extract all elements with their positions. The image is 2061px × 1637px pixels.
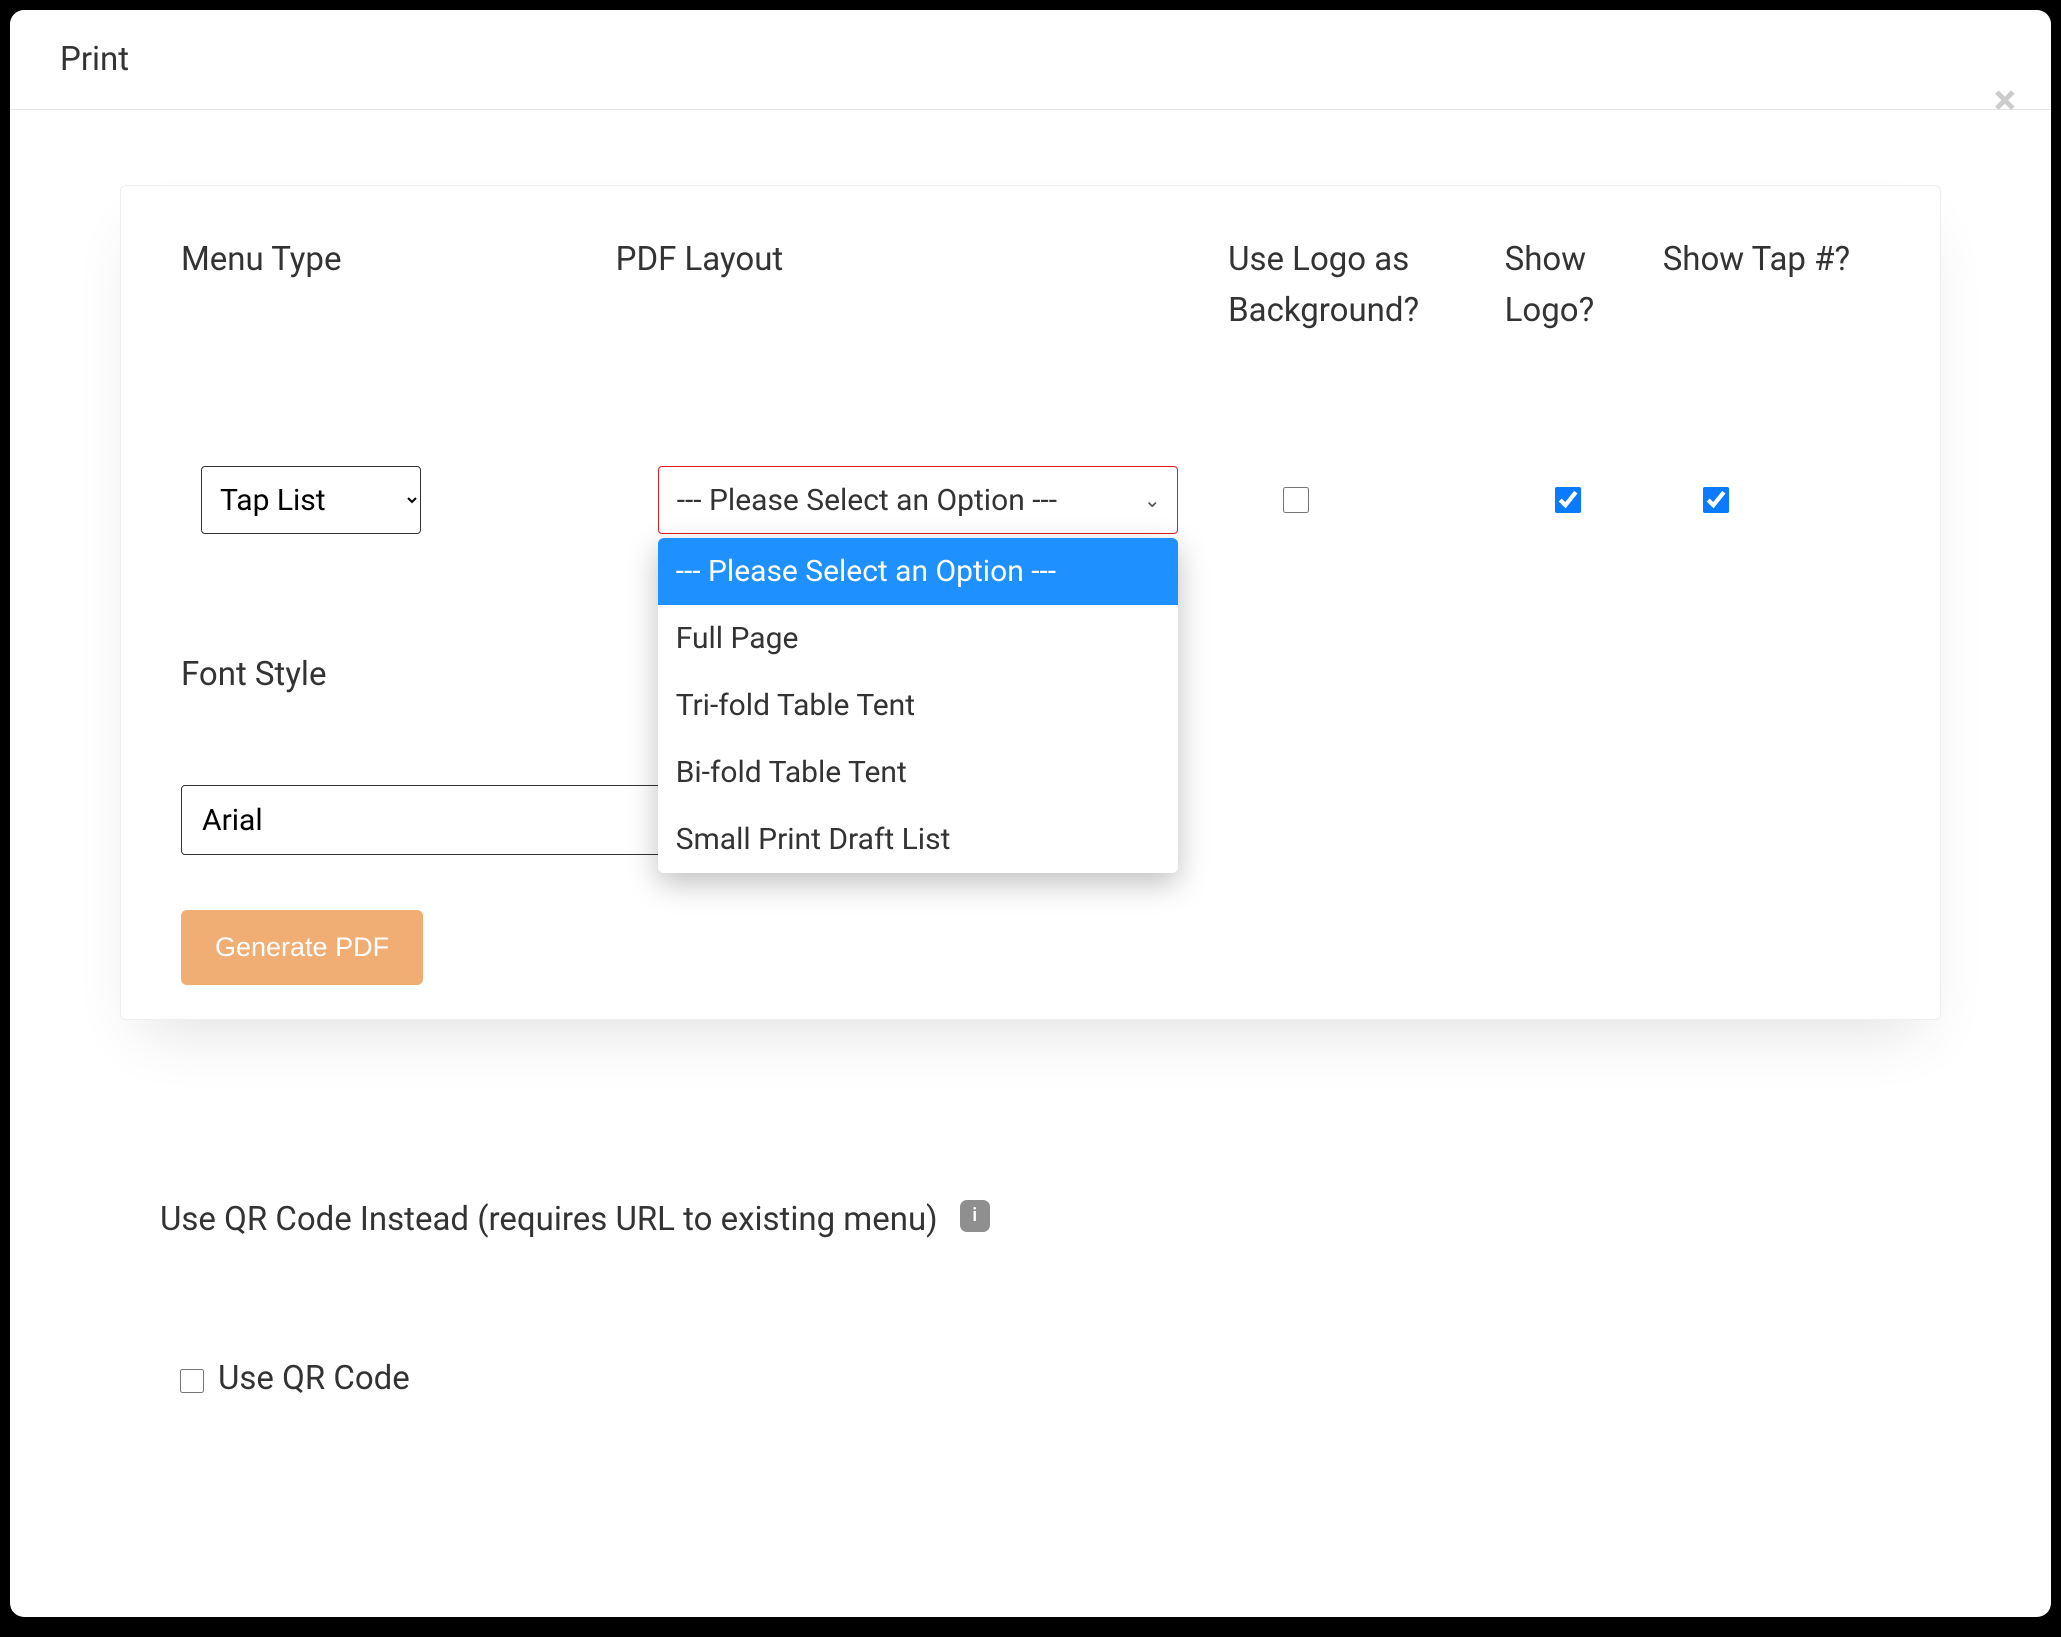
print-modal: Print × Menu Type PDF Layout Use Logo as… [10, 10, 2051, 1617]
qr-section-label: Use QR Code Instead (requires URL to exi… [160, 1200, 938, 1239]
pdf-layout-option[interactable]: Small Print Draft List [658, 806, 1178, 873]
controls-row: Tap List --- Please Select an Option ---… [181, 466, 1880, 534]
qr-check-row: Use QR Code [160, 1359, 1901, 1398]
info-icon[interactable]: i [960, 1200, 990, 1232]
use-logo-bg-label: Use Logo as Background? [1228, 234, 1505, 336]
pdf-layout-option[interactable]: Tri-fold Table Tent [658, 672, 1178, 739]
show-logo-checkbox[interactable] [1555, 487, 1581, 513]
modal-title: Print [60, 40, 2001, 79]
pdf-layout-option[interactable]: Bi-fold Table Tent [658, 739, 1178, 806]
pdf-layout-selected-text: --- Please Select an Option --- [677, 483, 1057, 518]
modal-header: Print × [10, 10, 2051, 110]
use-qr-label: Use QR Code [218, 1359, 410, 1398]
qr-title-row: Use QR Code Instead (requires URL to exi… [160, 1200, 1901, 1239]
pdf-layout-option[interactable]: Full Page [658, 605, 1178, 672]
labels-row: Menu Type PDF Layout Use Logo as Backgro… [181, 234, 1880, 336]
show-logo-label: Show Logo? [1505, 234, 1663, 336]
menu-type-select[interactable]: Tap List [201, 466, 421, 534]
menu-type-label: Menu Type [181, 234, 616, 285]
show-tap-checkbox[interactable] [1703, 487, 1729, 513]
pdf-layout-dropdown: --- Please Select an Option --- Full Pag… [658, 538, 1178, 873]
pdf-layout-option[interactable]: --- Please Select an Option --- [658, 538, 1178, 605]
modal-body: Menu Type PDF Layout Use Logo as Backgro… [10, 110, 2051, 1438]
print-options-card: Menu Type PDF Layout Use Logo as Backgro… [120, 185, 1941, 1020]
qr-section: Use QR Code Instead (requires URL to exi… [120, 1200, 1941, 1398]
show-tap-label: Show Tap #? [1663, 234, 1880, 285]
close-icon[interactable]: × [1994, 80, 2016, 122]
use-qr-checkbox[interactable] [180, 1369, 204, 1393]
chevron-down-icon: ⌄ [1144, 488, 1161, 512]
generate-pdf-button[interactable]: Generate PDF [181, 910, 423, 985]
use-logo-bg-checkbox[interactable] [1283, 487, 1309, 513]
pdf-layout-label: PDF Layout [616, 234, 1228, 285]
pdf-layout-select[interactable]: --- Please Select an Option --- ⌄ [658, 466, 1178, 534]
